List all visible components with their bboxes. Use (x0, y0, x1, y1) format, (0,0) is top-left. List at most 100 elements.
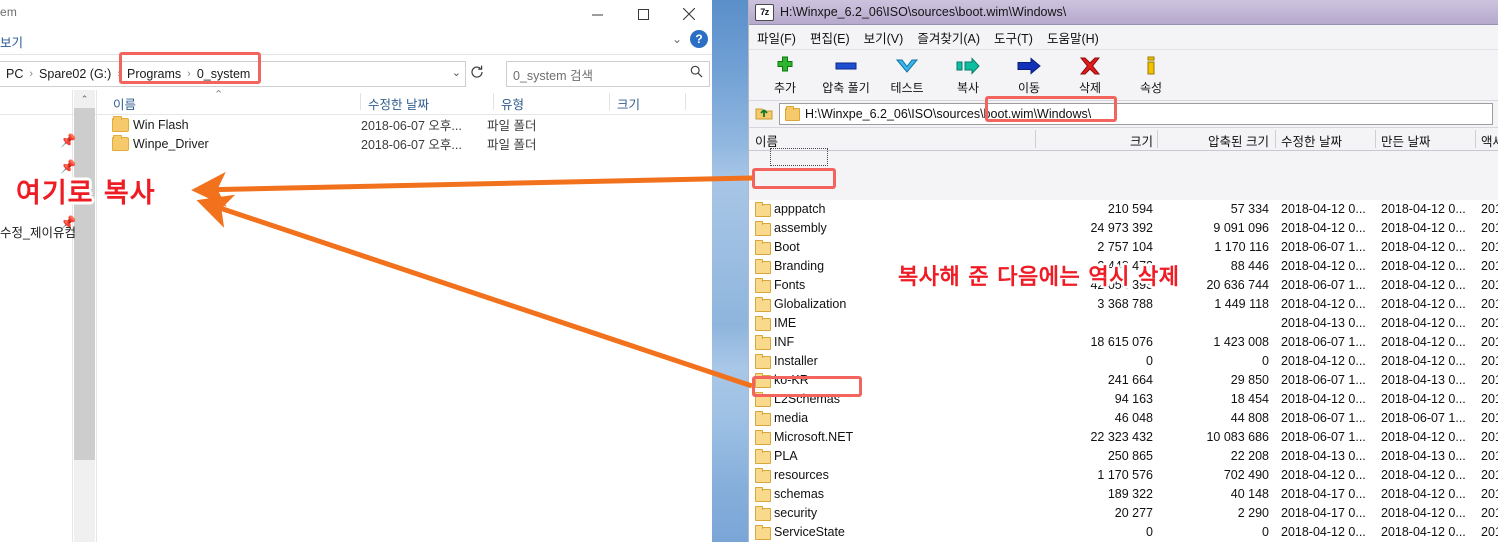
column-header-created[interactable]: 만든 날짜 (1381, 131, 1430, 150)
search-placeholder: 0_system 검색 (513, 68, 593, 83)
column-header-modified[interactable]: 수정한 날짜 (1281, 131, 1342, 150)
folder-icon (755, 506, 771, 521)
entry-name: Microsoft.NET (774, 430, 854, 444)
address-dropdown-icon[interactable]: ⌄ (452, 66, 461, 79)
copy-button[interactable]: 복사 (938, 51, 998, 99)
entry-packed: 2 290 (1237, 506, 1269, 520)
help-icon[interactable]: ? (690, 30, 708, 48)
table-row[interactable]: ko-KR 241 664 29 850 2018-06-07 1... 2018-04… (749, 371, 1498, 390)
column-header-accessed[interactable]: 액세스한 날짜 (1481, 131, 1498, 150)
folder-icon (755, 259, 771, 274)
entry-accessed: 2018-04-17 0... (1481, 487, 1498, 501)
folder-icon (755, 525, 771, 540)
menu-item-help[interactable]: 도움말(H) (1047, 28, 1099, 47)
menu-item-tools[interactable]: 도구(T) (994, 28, 1033, 47)
delete-button[interactable]: 삭제 (1060, 51, 1120, 99)
entry-packed: 20 636 744 (1206, 278, 1269, 292)
breadcrumb-item-spare02[interactable]: Spare02 (G:) (34, 65, 116, 83)
entry-name: Globalization (774, 297, 847, 311)
close-icon[interactable] (666, 0, 712, 28)
table-row[interactable]: assembly 24 973 392 9 091 096 2018-04-12 0.… (749, 219, 1498, 238)
table-row[interactable]: media 46 048 44 808 2018-06-07 1... 2018-06-… (749, 409, 1498, 428)
properties-button[interactable]: 속성 (1121, 51, 1181, 99)
search-input[interactable]: 0_system 검색 (506, 61, 710, 87)
table-row[interactable]: Globalization 3 368 788 1 449 118 2018-04-1… (749, 295, 1498, 314)
table-row[interactable]: Win Flash 2018-06-07 오후... 파일 폴더 (97, 115, 712, 134)
table-row[interactable]: Branding 2 448 472 88 446 2018-04-12 0... 20… (749, 257, 1498, 276)
move-arrow-icon (1016, 55, 1042, 77)
table-row[interactable]: Installer 0 0 2018-04-12 0... 2018-04-12 0..… (749, 352, 1498, 371)
seven-zip-column-headers: 이름 크기 압축된 크기 수정한 날짜 만든 날짜 액세스한 날짜 (749, 127, 1498, 151)
entry-modified: 2018-06-07 1... (1281, 411, 1366, 425)
file-name: Winpe_Driver (133, 136, 209, 151)
breadcrumb[interactable]: PC › Spare02 (G:) › Programs › 0_system … (0, 61, 466, 87)
table-row[interactable]: L2Schemas 94 163 18 454 2018-04-12 0... 2018… (749, 390, 1498, 409)
nav-scroll-up-icon[interactable]: ⌃ (74, 90, 95, 108)
column-header-name[interactable]: 이름 (113, 94, 136, 113)
entry-modified: 2018-06-07 1... (1281, 373, 1366, 387)
entry-packed: 9 091 096 (1213, 221, 1269, 235)
seven-zip-menu-bar: 파일(F) 편집(E) 보기(V) 즐겨찾기(A) 도구(T) 도움말(H) (749, 25, 1498, 50)
table-row[interactable]: apppatch 210 594 57 334 2018-04-12 0... 2018… (749, 200, 1498, 219)
column-header-type[interactable]: 유형 (501, 94, 524, 113)
table-row[interactable]: PLA 250 865 22 208 2018-04-13 0... 2018-04-1… (749, 447, 1498, 466)
entry-created: 2018-04-12 0... (1381, 354, 1466, 368)
folder-icon (755, 354, 771, 369)
entry-size: 0 (1146, 354, 1153, 368)
test-button[interactable]: 테스트 (877, 51, 937, 99)
ribbon-right-controls: ⌄ ? (672, 30, 708, 48)
explorer-file-list: Win Flash 2018-06-07 오후... 파일 폴더 Winpe_D… (97, 115, 712, 542)
tab-view[interactable]: 보기 (0, 32, 23, 51)
breadcrumb-item-0system[interactable]: 0_system (192, 65, 256, 83)
seven-zip-logo-icon: 7z (755, 3, 774, 21)
file-modified: 2018-06-07 오후... (361, 119, 462, 133)
entry-accessed: 2018-04-12 0... (1481, 221, 1498, 235)
table-row[interactable]: Boot 2 757 104 1 170 116 2018-06-07 1... 201… (749, 238, 1498, 257)
maximize-icon[interactable] (620, 0, 666, 28)
extract-button[interactable]: 압축 풀기 (816, 51, 876, 99)
add-button[interactable]: 추가 (755, 51, 815, 99)
refresh-icon[interactable] (470, 65, 484, 84)
entry-modified: 2018-04-13 0... (1281, 449, 1366, 463)
column-header-modified[interactable]: 수정한 날짜 (368, 94, 429, 113)
copy-button-label: 복사 (956, 80, 980, 95)
table-row[interactable]: ServiceState 0 0 2018-04-12 0... 2018-04-12 … (749, 523, 1498, 542)
move-button[interactable]: 이동 (999, 51, 1059, 99)
chevron-down-icon[interactable]: ⌄ (672, 33, 682, 45)
column-header-size[interactable]: 크기 (617, 94, 640, 113)
table-row[interactable]: IME 2018-04-13 0... 2018-04-12 0... 2018-04… (749, 314, 1498, 333)
table-row[interactable]: Microsoft.NET 22 323 432 10 083 686 2018-06… (749, 428, 1498, 447)
up-folder-icon[interactable] (755, 105, 773, 124)
table-row[interactable]: Fonts 42 054 393 20 636 744 2018-06-07 1...… (749, 276, 1498, 295)
breadcrumb-item-pc[interactable]: PC (1, 65, 28, 83)
menu-item-view[interactable]: 보기(V) (864, 28, 904, 47)
table-row[interactable]: INF 18 615 076 1 423 008 2018-06-07 1... 201… (749, 333, 1498, 352)
path-input[interactable]: H:\Winxpe_6.2_06\ISO\sources\boot.wim\Wi… (779, 103, 1493, 125)
menu-item-favorites[interactable]: 즐겨찾기(A) (917, 28, 980, 47)
nav-item-label[interactable]: 수정_제이유컴 (0, 222, 76, 241)
entry-accessed: 2018-04-12 0... (1481, 354, 1498, 368)
entry-modified: 2018-06-07 1... (1281, 430, 1366, 444)
minimize-icon[interactable] (574, 0, 620, 28)
breadcrumb-item-programs[interactable]: Programs (122, 65, 186, 83)
entry-size: 46 048 (1114, 411, 1153, 425)
entry-size: 24 973 392 (1090, 221, 1153, 235)
nav-scrollbar-thumb[interactable] (74, 108, 95, 460)
column-header-size[interactable]: 크기 (1039, 131, 1153, 150)
entry-size: 241 664 (1107, 373, 1153, 387)
table-row[interactable]: schemas 189 322 40 148 2018-04-17 0... 2018-… (749, 485, 1498, 504)
table-row[interactable]: resources 1 170 576 702 490 2018-04-12 0...… (749, 466, 1498, 485)
table-row[interactable]: Winpe_Driver 2018-06-07 오후... 파일 폴더 (97, 134, 712, 153)
column-header-packed[interactable]: 압축된 크기 (1161, 131, 1269, 150)
search-icon[interactable] (690, 65, 703, 83)
properties-button-label: 속성 (1139, 80, 1163, 95)
entry-packed: 40 148 (1230, 487, 1269, 501)
column-header-name[interactable]: 이름 (755, 131, 778, 150)
pin-icon: 📌 (60, 133, 77, 148)
table-row[interactable]: security 20 277 2 290 2018-04-17 0... 2018-0… (749, 504, 1498, 523)
entry-created: 2018-04-12 0... (1381, 468, 1466, 482)
file-explorer-window: em 보기 ⌄ ? PC › Spare02 (G:) › Programs ›… (0, 0, 712, 542)
seven-zip-path-bar: H:\Winxpe_6.2_06\ISO\sources\boot.wim\Wi… (749, 101, 1498, 127)
menu-item-edit[interactable]: 편집(E) (810, 28, 850, 47)
menu-item-file[interactable]: 파일(F) (757, 28, 796, 47)
